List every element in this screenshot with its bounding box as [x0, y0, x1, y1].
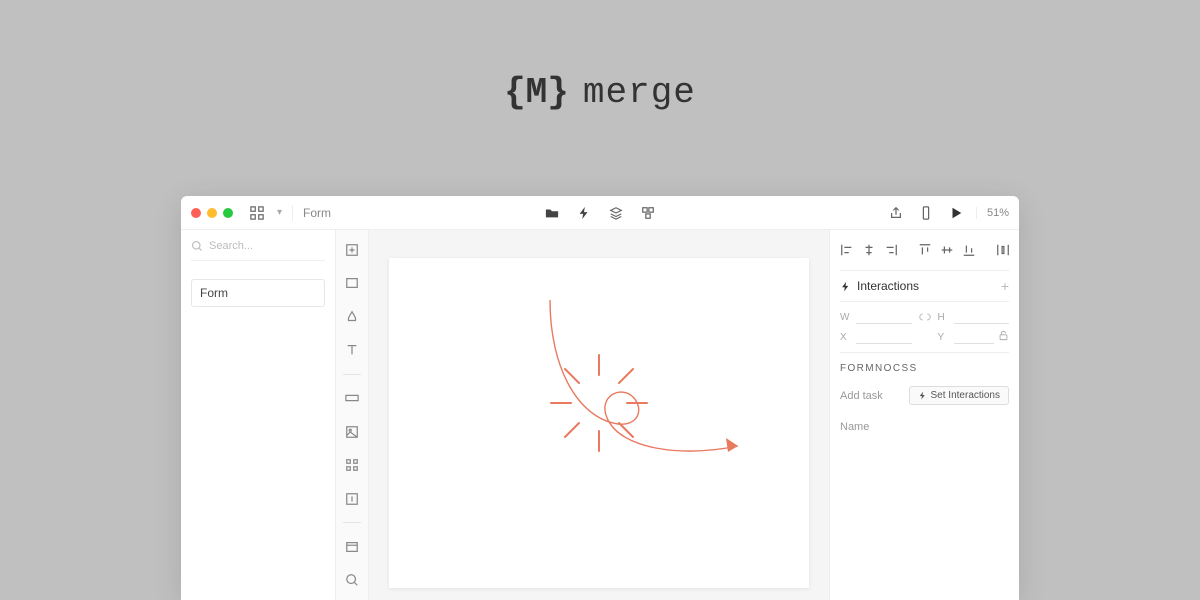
- chevron-down-icon[interactable]: ▾: [277, 207, 282, 218]
- layers-icon[interactable]: [606, 203, 626, 223]
- alignment-row: [840, 238, 1009, 262]
- prop-row-name: Name: [840, 417, 1009, 437]
- traffic-lights: [191, 208, 233, 218]
- document-title: Form: [303, 206, 331, 220]
- search-icon[interactable]: [342, 571, 362, 590]
- lock-position-icon[interactable]: [998, 330, 1009, 344]
- share-icon[interactable]: [886, 203, 906, 223]
- dim-x-label: X: [840, 332, 852, 343]
- search-input[interactable]: Search...: [191, 240, 325, 261]
- folder-icon[interactable]: [542, 203, 562, 223]
- bolt-icon: [918, 391, 927, 400]
- play-icon[interactable]: [946, 203, 966, 223]
- align-top-icon[interactable]: [918, 240, 932, 260]
- artboard-form[interactable]: [389, 258, 809, 588]
- titlebar: ▾ Form: [181, 196, 1019, 230]
- distribute-v-icon[interactable]: [1018, 240, 1019, 260]
- brand: {M} merge: [504, 72, 696, 113]
- align-bottom-icon[interactable]: [962, 240, 976, 260]
- image-icon[interactable]: [342, 422, 362, 441]
- divider: [292, 205, 293, 221]
- add-interaction-button[interactable]: +: [1001, 278, 1009, 294]
- align-vcenter-icon[interactable]: [940, 240, 954, 260]
- divider: [343, 522, 361, 523]
- tool-rail: [336, 230, 369, 600]
- prop-label: Add task: [840, 390, 883, 402]
- align-left-icon[interactable]: [840, 240, 854, 260]
- input-icon[interactable]: [342, 389, 362, 408]
- align-hcenter-icon[interactable]: [862, 240, 876, 260]
- text-icon[interactable]: [342, 340, 362, 359]
- bolt-icon[interactable]: [574, 203, 594, 223]
- rectangle-icon[interactable]: [342, 273, 362, 292]
- close-window-button[interactable]: [191, 208, 201, 218]
- interactions-section-header[interactable]: Interactions +: [840, 270, 1009, 302]
- divider: [343, 374, 361, 375]
- add-icon[interactable]: [342, 240, 362, 259]
- bolt-icon: [840, 281, 851, 292]
- dim-y-label: Y: [938, 332, 950, 343]
- brand-name: merge: [583, 72, 696, 113]
- component-name: FORMNOCSS: [840, 352, 1009, 374]
- layer-item-form[interactable]: Form: [191, 279, 325, 307]
- y-field[interactable]: [954, 330, 995, 344]
- loading-spinner-icon: [539, 343, 659, 463]
- components-icon[interactable]: [638, 203, 658, 223]
- canvas[interactable]: [369, 230, 829, 600]
- set-interactions-button[interactable]: Set Interactions: [909, 386, 1009, 405]
- frame-icon[interactable]: [342, 489, 362, 508]
- brand-mark-icon: {M}: [504, 72, 569, 113]
- device-icon[interactable]: [916, 203, 936, 223]
- prop-row-add-task: Add task Set Interactions: [840, 382, 1009, 409]
- link-dimensions-icon[interactable]: [916, 311, 934, 323]
- minimize-window-button[interactable]: [207, 208, 217, 218]
- distribute-h-icon[interactable]: [996, 240, 1010, 260]
- panel-icon[interactable]: [342, 537, 362, 556]
- zoom-level[interactable]: 51%: [976, 207, 1009, 219]
- dim-h-label: H: [938, 312, 950, 323]
- zoom-window-button[interactable]: [223, 208, 233, 218]
- app-window: ▾ Form: [181, 196, 1019, 600]
- width-field[interactable]: [856, 310, 912, 324]
- left-panel: Search... Form: [181, 230, 336, 600]
- align-right-icon[interactable]: [884, 240, 898, 260]
- dimensions-group: W H X Y: [840, 310, 1009, 344]
- prop-label: Name: [840, 421, 869, 433]
- instance-icon[interactable]: [342, 455, 362, 474]
- dim-w-label: W: [840, 312, 852, 323]
- search-placeholder: Search...: [209, 240, 253, 252]
- height-field[interactable]: [954, 310, 1010, 324]
- dashboard-grid-icon[interactable]: [247, 203, 267, 223]
- set-interactions-label: Set Interactions: [931, 390, 1000, 401]
- x-field[interactable]: [856, 330, 912, 344]
- right-panel: Interactions + W H X Y FORMNOCSS: [829, 230, 1019, 600]
- interactions-label: Interactions: [857, 279, 919, 293]
- pen-icon[interactable]: [342, 307, 362, 326]
